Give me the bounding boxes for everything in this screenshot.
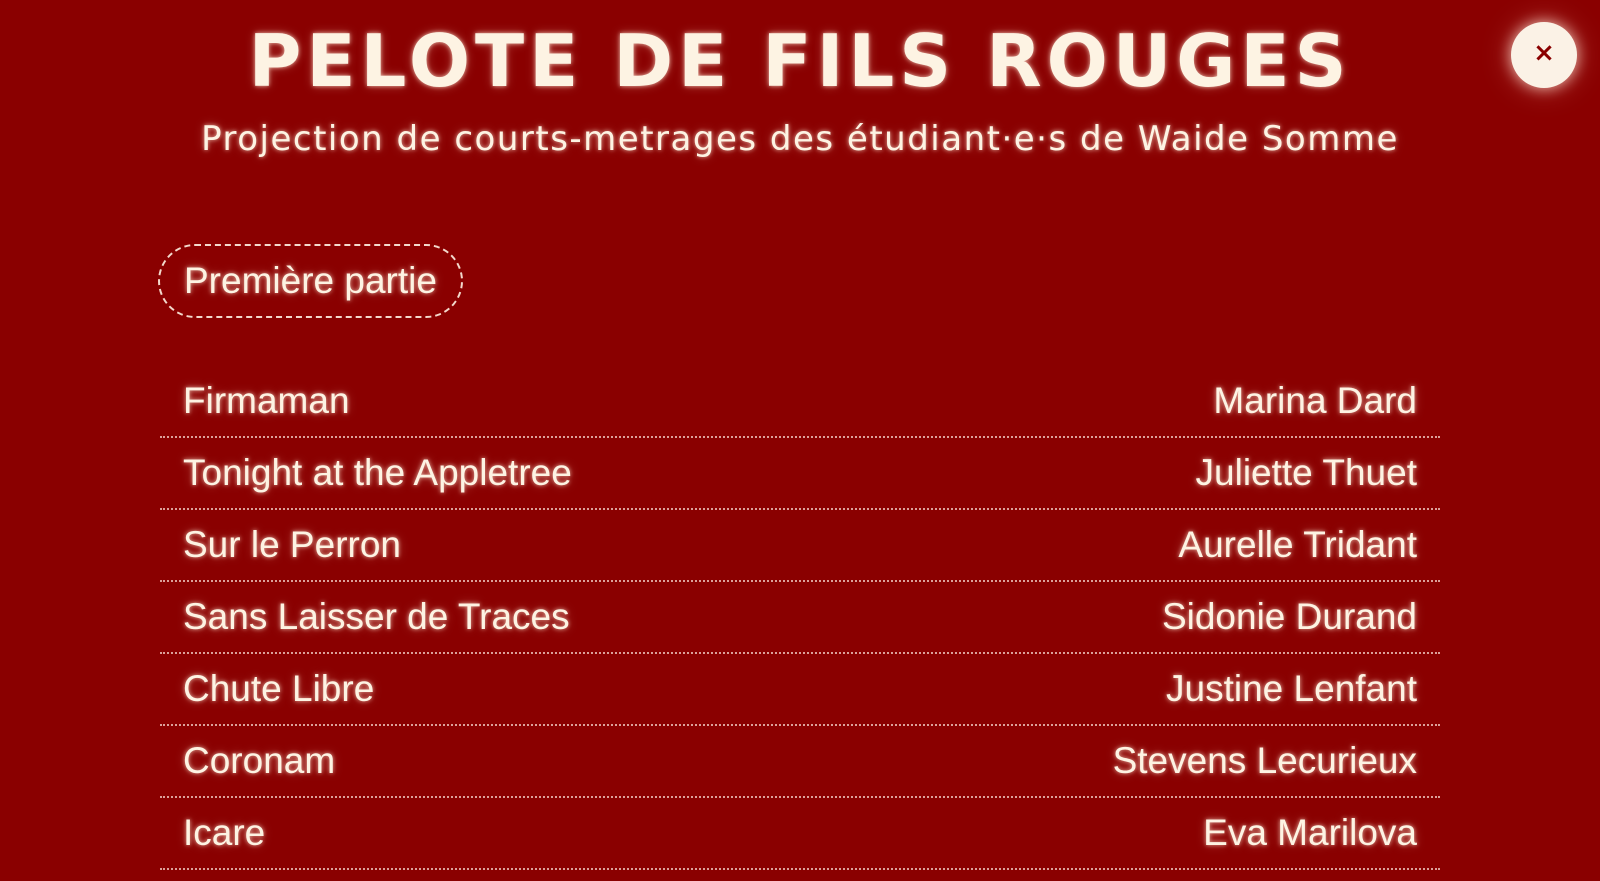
film-title: Icare [183,812,266,853]
film-author: Aurelle Tridant [1178,524,1417,565]
film-title: Sur le Perron [183,524,401,565]
film-author: Stevens Lecurieux [1112,740,1417,781]
close-icon: × [1533,38,1555,68]
film-row[interactable]: Tonight at the Appletree Juliette Thuet [160,438,1440,510]
section-label-premiere-partie[interactable]: Première partie [158,244,463,318]
film-author: Sidonie Durand [1161,596,1417,637]
close-button[interactable]: × [1511,22,1577,88]
film-row[interactable]: Sur le Perron Aurelle Tridant [160,510,1440,582]
page-title: PELOTE DE FILS ROUGES [248,19,1352,103]
film-title: Firmaman [183,380,350,421]
film-title: Coronam [183,740,336,781]
film-author: Justine Lenfant [1166,668,1417,709]
film-author: Marina Dard [1213,380,1417,421]
film-author: Eva Marilova [1203,812,1417,853]
film-row[interactable]: Icare Eva Marilova [160,798,1440,870]
film-author: Juliette Thuet [1195,452,1417,493]
film-row[interactable]: Sans Laisser de Traces Sidonie Durand [160,582,1440,654]
film-title: Tonight at the Appletree [183,452,572,493]
film-row[interactable]: Coronam Stevens Lecurieux [160,726,1440,798]
film-title: Chute Libre [183,668,375,709]
film-title: Sans Laisser de Traces [183,596,570,637]
film-list: Firmaman Marina Dard Tonight at the Appl… [160,366,1440,870]
page-subtitle: Projection de courts-metrages des étudia… [201,119,1399,159]
film-row[interactable]: Chute Libre Justine Lenfant [160,654,1440,726]
film-row[interactable]: Firmaman Marina Dard [160,366,1440,438]
